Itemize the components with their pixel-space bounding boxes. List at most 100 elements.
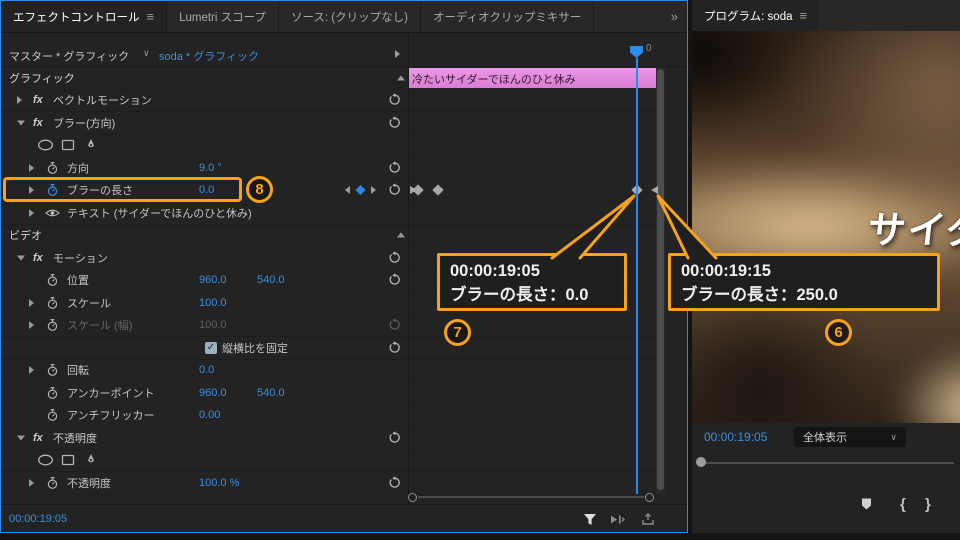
row-video-section[interactable]: ビデオ (1, 225, 656, 247)
reset-icon[interactable] (388, 318, 401, 332)
collapse-up-icon[interactable] (397, 232, 405, 238)
twirl-icon[interactable] (29, 478, 34, 487)
zoom-handle-left[interactable] (408, 493, 417, 502)
program-scrollbar[interactable] (698, 462, 954, 464)
param-value[interactable]: 100.0 % (199, 477, 239, 489)
tab-lumetri-scopes[interactable]: Lumetri スコープ (167, 1, 279, 32)
timeline-clip[interactable]: 冷たいサイダーでほんのひと休み (409, 68, 656, 88)
row-anchor-point[interactable]: アンカーポイント 960.0 540.0 (1, 382, 656, 405)
next-keyframe-button[interactable] (371, 186, 376, 195)
collapse-up-icon[interactable] (397, 75, 405, 81)
twirl-icon[interactable] (29, 208, 34, 217)
param-value[interactable]: 100.0 (199, 297, 227, 309)
row-opacity-masks[interactable] (1, 450, 656, 472)
tab-effect-controls[interactable]: エフェクトコントロール ≡ (1, 1, 168, 32)
twirl-icon[interactable] (17, 255, 25, 261)
param-value[interactable]: 0.0 (199, 364, 214, 376)
export-icon[interactable] (641, 513, 655, 526)
program-scrollbar-handle[interactable] (696, 457, 706, 467)
twirl-icon[interactable] (29, 163, 34, 172)
twirl-icon[interactable] (17, 120, 25, 126)
mark-out-brace-icon[interactable]: } (925, 496, 931, 513)
reset-icon[interactable] (388, 273, 401, 287)
video-preview[interactable]: サイダーでほんのひと休み (692, 31, 960, 423)
row-opacity[interactable]: 不透明度 100.0 % (1, 472, 656, 495)
row-rotation[interactable]: 回転 0.0 (1, 360, 656, 382)
twirl-icon[interactable] (29, 366, 34, 375)
add-keyframe-button[interactable] (355, 185, 366, 196)
checkbox[interactable]: ✓ (205, 341, 217, 354)
zoom-level-dropdown[interactable]: 全体表示 ∨ (794, 427, 906, 447)
stopwatch-icon[interactable] (46, 184, 59, 197)
filter-icon[interactable] (583, 513, 597, 526)
stopwatch-icon[interactable] (46, 161, 59, 174)
mask-rect-icon[interactable] (61, 139, 75, 152)
row-scale-width[interactable]: スケール (幅) 100.0 (1, 315, 656, 337)
stopwatch-icon[interactable] (46, 476, 59, 489)
stopwatch-icon[interactable] (46, 274, 59, 287)
param-value[interactable]: 960.0 (199, 387, 227, 399)
panel-menu-icon[interactable]: ≡ (147, 9, 155, 24)
row-blur-direction[interactable]: fx ブラー(方向) (1, 112, 656, 135)
stopwatch-icon[interactable] (46, 296, 59, 309)
mark-in-brace-icon[interactable]: { (900, 496, 906, 513)
reset-icon[interactable] (388, 251, 401, 264)
param-value[interactable]: 0.0 (199, 184, 214, 196)
reset-icon[interactable] (388, 93, 401, 107)
zoom-handle-right[interactable] (645, 493, 654, 502)
master-clip-label[interactable]: マスター * グラフィック (9, 48, 129, 64)
param-value[interactable]: 9.0 ° (199, 162, 222, 174)
reset-icon[interactable] (388, 161, 401, 174)
twirl-icon[interactable] (17, 435, 25, 441)
stopwatch-icon[interactable] (46, 319, 59, 332)
visibility-eye-icon[interactable] (45, 208, 60, 218)
mask-pen-icon[interactable] (85, 139, 97, 152)
row-opacity-effect[interactable]: fx 不透明度 (1, 427, 656, 450)
current-timecode[interactable]: 00:00:19:05 (9, 513, 67, 525)
param-value[interactable]: 100.0 (199, 319, 227, 331)
row-blur-length[interactable]: ブラーの長さ 0.0 (1, 180, 656, 202)
timeline-vertical-scrollbar[interactable] (656, 67, 665, 494)
mask-ellipse-icon[interactable] (37, 454, 54, 467)
row-position[interactable]: 位置 960.0 540.0 (1, 270, 656, 292)
reset-icon[interactable] (388, 341, 401, 354)
timeline-view-toggle-icon[interactable] (395, 50, 400, 58)
panel-menu-icon[interactable]: ≡ (799, 8, 807, 23)
marker-icon[interactable] (860, 497, 873, 511)
tab-program-monitor[interactable]: プログラム: soda ≡ (692, 0, 820, 31)
scrollbar-thumb[interactable] (657, 69, 664, 490)
param-value[interactable]: 0.00 (199, 409, 220, 421)
row-blur-masks[interactable] (1, 135, 656, 157)
twirl-icon[interactable] (29, 186, 34, 195)
row-scale[interactable]: スケール 100.0 (1, 292, 656, 315)
param-value2[interactable]: 540.0 (257, 274, 285, 286)
program-timecode[interactable]: 00:00:19:05 (704, 430, 767, 444)
row-text-layer[interactable]: テキスト (サイダーでほんのひと休み) (1, 202, 656, 225)
stopwatch-icon[interactable] (46, 409, 59, 422)
twirl-icon[interactable] (29, 321, 34, 330)
play-audio-video-icon[interactable] (609, 513, 627, 526)
mask-ellipse-icon[interactable] (37, 139, 54, 152)
tab-overflow-chevron-icon[interactable]: » (671, 9, 687, 24)
reset-icon[interactable] (388, 431, 401, 444)
twirl-icon[interactable] (29, 298, 34, 307)
clip-name-label[interactable]: soda * グラフィック (159, 48, 259, 64)
zoom-scrollbar[interactable] (418, 496, 644, 498)
reset-icon[interactable] (388, 183, 401, 197)
row-anti-flicker[interactable]: アンチフリッカー 0.00 (1, 405, 656, 427)
mask-rect-icon[interactable] (61, 454, 75, 467)
twirl-icon[interactable] (17, 96, 22, 105)
param-value2[interactable]: 540.0 (257, 387, 285, 399)
reset-icon[interactable] (388, 476, 401, 489)
keyframe-edge-icon[interactable] (651, 186, 658, 194)
stopwatch-icon[interactable] (46, 364, 59, 377)
reset-icon[interactable] (388, 116, 401, 129)
prev-keyframe-button[interactable] (345, 186, 350, 195)
row-motion[interactable]: fx モーション (1, 247, 656, 270)
mask-pen-icon[interactable] (85, 454, 97, 467)
param-value[interactable]: 960.0 (199, 274, 227, 286)
tab-source-monitor[interactable]: ソース: (クリップなし) (279, 1, 421, 32)
row-direction[interactable]: 方向 9.0 ° (1, 157, 656, 180)
tab-audio-clip-mixer[interactable]: オーディオクリップミキサー (421, 1, 595, 32)
row-uniform-scale[interactable]: ✓ 縦横比を固定 (1, 337, 656, 360)
